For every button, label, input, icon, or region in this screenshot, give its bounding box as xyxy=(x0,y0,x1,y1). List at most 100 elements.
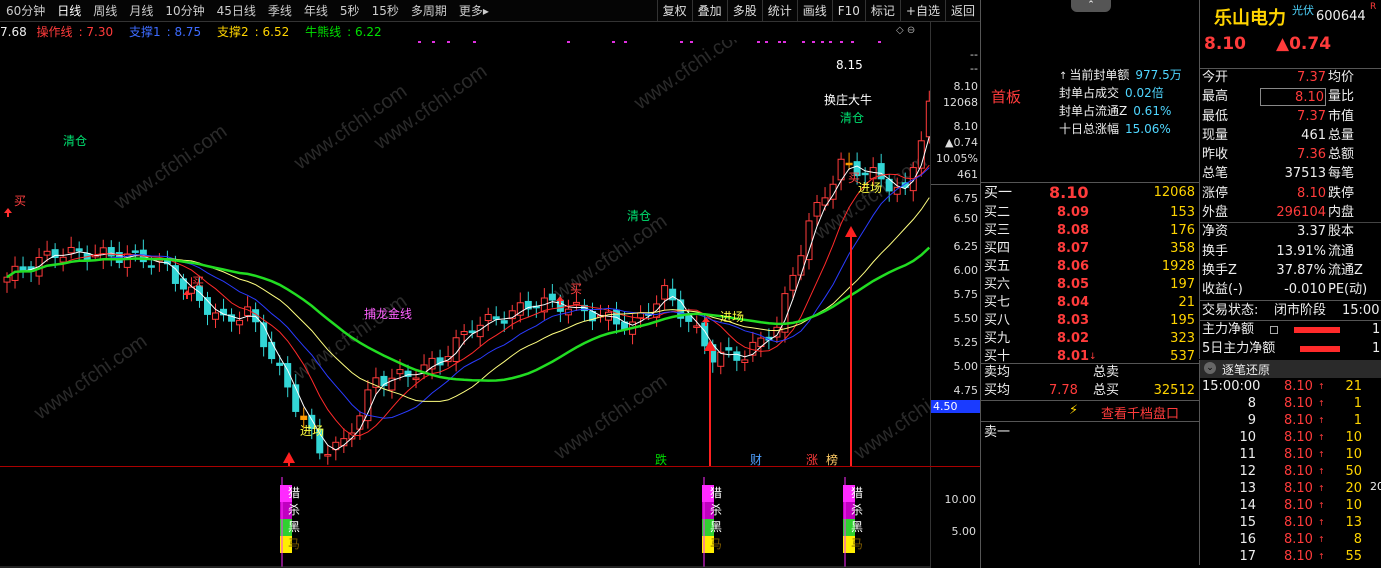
candle-body[interactable] xyxy=(212,312,220,320)
status-value: 闭市阶段 xyxy=(1274,303,1327,318)
candle-body[interactable] xyxy=(276,362,284,366)
candle-body[interactable] xyxy=(43,250,51,256)
candle-body[interactable] xyxy=(861,172,869,176)
depth-link[interactable]: 查看千档盘口 xyxy=(1101,403,1179,422)
bid-row[interactable]: 买六 8.05 197 xyxy=(981,276,1199,294)
toolbar-action-button[interactable]: +自选 xyxy=(899,0,945,22)
candle-body[interactable] xyxy=(733,351,741,361)
bid-row[interactable]: 买七 8.04 21 xyxy=(981,294,1199,312)
candle-body[interactable] xyxy=(789,274,797,291)
candle-body[interactable] xyxy=(236,319,244,326)
period-tab[interactable]: 多周期 xyxy=(405,0,453,22)
period-tab[interactable]: 15秒 xyxy=(366,0,405,22)
candle-body[interactable] xyxy=(268,341,276,360)
bid-row[interactable]: 买一 8.10 12068 xyxy=(981,184,1199,204)
divider xyxy=(981,363,1199,364)
toolbar-action-button[interactable]: 画线 xyxy=(796,0,832,22)
candle-body[interactable] xyxy=(693,325,701,328)
candle-body[interactable] xyxy=(572,301,580,305)
candle-body[interactable] xyxy=(67,246,75,254)
bid-row[interactable]: 买八 8.03 195 xyxy=(981,312,1199,330)
tick-row: 11 8.10 ↑ 10 xyxy=(1200,446,1381,463)
quote-value: 3.37 xyxy=(1297,224,1326,240)
candle-body[interactable] xyxy=(75,248,83,252)
candle-body[interactable] xyxy=(147,265,155,268)
candle-body[interactable] xyxy=(781,293,789,333)
bid-row[interactable]: 买三 8.08 176 xyxy=(981,222,1199,240)
indicator-line xyxy=(6,164,930,437)
tick-header[interactable]: ⌄ 逐笔还原 xyxy=(1199,360,1381,378)
seal-label: 十日总涨幅 xyxy=(1059,122,1120,136)
period-tab[interactable]: 年线 xyxy=(298,0,334,22)
candle-body[interactable] xyxy=(131,250,139,253)
signal-char: 马 xyxy=(288,537,300,551)
indicator-subchart[interactable]: 猎杀黑马 猎杀黑马 猎杀黑马 xyxy=(0,466,930,568)
signal-char: 杀 xyxy=(288,502,300,517)
high-label: 8.15 xyxy=(836,58,863,72)
toolbar-action-button[interactable]: 标记 xyxy=(864,0,900,22)
legend-controls[interactable]: ◇ ⊖ xyxy=(896,25,915,36)
tick-volume: 10 xyxy=(1345,447,1362,462)
bid-row[interactable]: 买二 8.09 153 xyxy=(981,204,1199,222)
dragon-label: 捕龙金线 xyxy=(364,306,412,321)
signal-dot xyxy=(690,41,693,43)
candle-body[interactable] xyxy=(548,293,556,301)
event-badge[interactable]: 涨 xyxy=(806,452,818,466)
candle-body[interactable] xyxy=(877,163,885,180)
period-tab[interactable]: 周线 xyxy=(87,0,123,22)
toolbar-action-button[interactable]: 复权 xyxy=(656,0,692,22)
candle-body[interactable] xyxy=(460,331,468,336)
depth-link-bar[interactable]: ⚡ 查看千档盘口 xyxy=(981,400,1199,422)
bid-row[interactable]: 买四 8.07 358 xyxy=(981,240,1199,258)
toolbar-action-button[interactable]: 返回 xyxy=(944,0,980,22)
bid-row[interactable]: 买九 8.02 323 xyxy=(981,330,1199,348)
tick-price: 8.10 xyxy=(1284,481,1313,496)
toolbar-action-button[interactable]: 多股 xyxy=(726,0,762,22)
candle-body[interactable] xyxy=(356,415,364,430)
candle-body[interactable] xyxy=(3,276,11,283)
candle-body[interactable] xyxy=(324,454,332,457)
chevron-down-icon[interactable]: ⌄ xyxy=(1204,362,1216,374)
toolbar-action-button[interactable]: F10 xyxy=(831,0,865,22)
candle-body[interactable] xyxy=(59,256,67,263)
period-tab[interactable]: 10分钟 xyxy=(159,0,210,22)
candle-body[interactable] xyxy=(725,347,733,351)
period-tab[interactable]: 季线 xyxy=(262,0,298,22)
candle-body[interactable] xyxy=(813,202,821,217)
event-badge[interactable]: 财 xyxy=(750,453,762,466)
period-tab[interactable]: 5秒 xyxy=(334,0,366,22)
candle-body[interactable] xyxy=(797,255,805,276)
candle-body[interactable] xyxy=(300,415,308,420)
collapse-icon[interactable]: ⌃ xyxy=(1071,0,1111,12)
candle-body[interactable] xyxy=(805,220,813,261)
toolbar-action-button[interactable]: 统计 xyxy=(761,0,797,22)
period-tab[interactable]: 月线 xyxy=(123,0,159,22)
candle-body[interactable] xyxy=(741,359,749,364)
candle-body[interactable] xyxy=(396,369,404,375)
event-badge[interactable]: 榜 xyxy=(826,452,838,466)
candle-body[interactable] xyxy=(661,285,669,300)
candle-body[interactable] xyxy=(500,320,508,324)
tick-list: 15:00:00 8.10 ↑ 21 8 8.10 ↑ 1 9 8.10 ↑ 1 10 8.10 ↑ 10 11… xyxy=(1199,378,1381,565)
quote-label: 换手Z xyxy=(1202,262,1237,278)
checkbox-icon[interactable] xyxy=(1270,326,1278,334)
tick-time: 13 xyxy=(1239,481,1256,496)
bid-row[interactable]: 买五 8.06 1928 xyxy=(981,258,1199,276)
candle-body[interactable] xyxy=(260,322,268,348)
candle-body[interactable] xyxy=(412,377,420,381)
event-badge[interactable]: 跌 xyxy=(655,452,667,466)
kline-chart[interactable]: www.cfchi.com www.cfchi.com www.cfchi.com w… xyxy=(0,40,930,466)
period-tab[interactable]: 60分钟 xyxy=(0,0,51,22)
candle-body[interactable] xyxy=(484,313,492,322)
tick-row: 12 8.10 ↑ 50 xyxy=(1200,463,1381,480)
quote-row: 今开 7.37 均价 xyxy=(1200,69,1381,88)
bid-volume: 21 xyxy=(1178,295,1195,310)
period-tab[interactable]: 日线 xyxy=(51,0,87,22)
quote-label2: PE(动) xyxy=(1328,282,1368,298)
toolbar-action-button[interactable]: 叠加 xyxy=(691,0,727,22)
candle-body[interactable] xyxy=(845,162,853,166)
period-tab[interactable]: 更多▸ xyxy=(453,0,495,22)
period-tab[interactable]: 45日线 xyxy=(211,0,262,22)
candle-body[interactable] xyxy=(717,351,725,367)
candle-body[interactable] xyxy=(492,316,500,320)
